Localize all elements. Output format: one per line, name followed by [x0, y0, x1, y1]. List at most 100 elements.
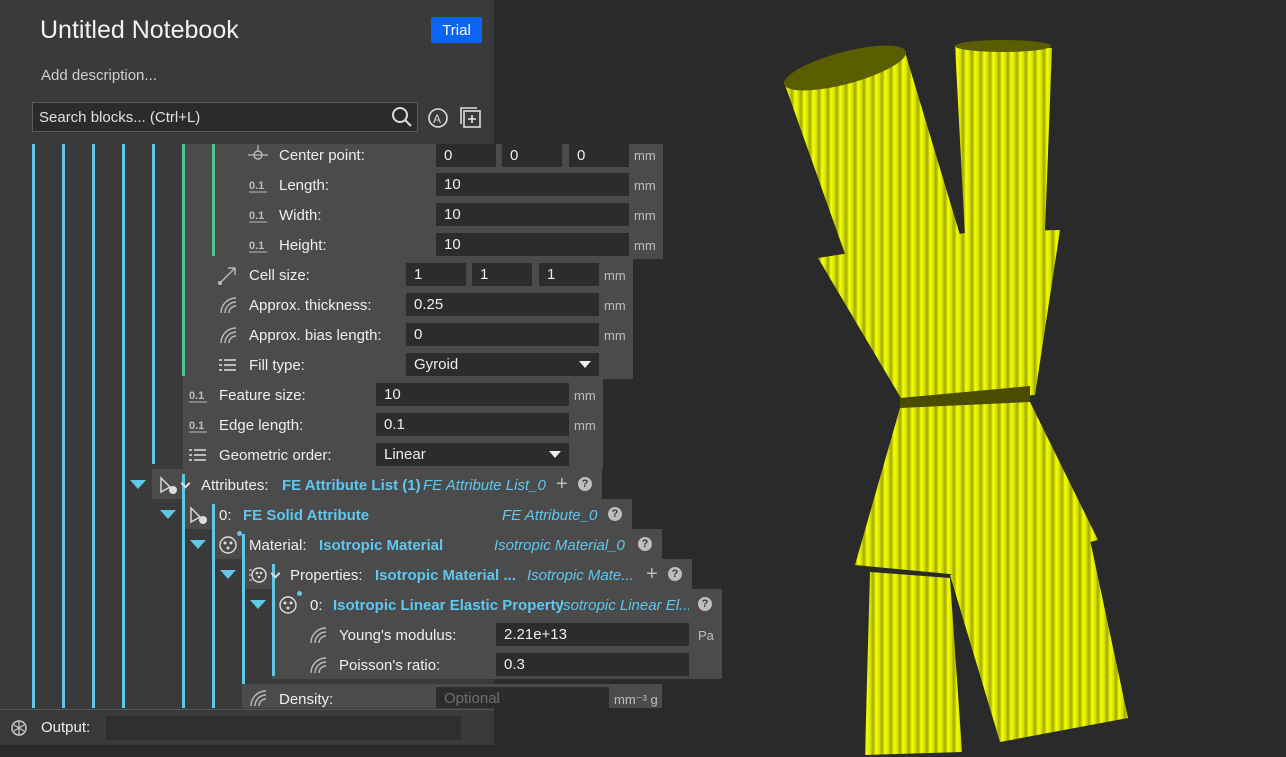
youngs-modulus-input[interactable] — [496, 623, 689, 646]
center-point-label: Center point: — [279, 147, 365, 164]
tree-line — [182, 474, 185, 708]
height-input[interactable] — [436, 233, 629, 256]
group-line — [212, 144, 215, 256]
search-icon[interactable] — [391, 106, 413, 128]
list-icon — [189, 449, 206, 461]
approx-bias-label: Approx. bias length: — [249, 327, 382, 344]
fill-type-label: Fill type: — [249, 357, 305, 374]
poisson-ratio-input[interactable] — [496, 653, 689, 676]
help-icon[interactable]: ? — [698, 597, 712, 611]
collapse-triangle-icon[interactable] — [250, 600, 266, 609]
cone-upper — [818, 230, 1060, 405]
help-icon[interactable]: ? — [638, 537, 652, 551]
chevron-down-icon — [579, 361, 591, 368]
field-icon — [310, 657, 327, 674]
unit-label: mm — [574, 418, 596, 433]
collapse-triangle-icon[interactable] — [190, 540, 206, 549]
geometric-order-select[interactable]: Linear — [376, 443, 569, 466]
feature-size-input[interactable] — [376, 383, 569, 406]
collapse-triangle-icon[interactable] — [160, 510, 176, 519]
length-input[interactable] — [436, 173, 629, 196]
properties-link[interactable]: Isotropic Material ... — [375, 567, 516, 584]
svg-text:0.1: 0.1 — [249, 240, 264, 252]
center-point-y[interactable] — [502, 144, 562, 167]
help-icon[interactable]: ? — [608, 507, 622, 521]
fill-type-select[interactable]: Gyroid — [406, 353, 599, 376]
width-label: Width: — [279, 207, 322, 224]
density-input[interactable] — [436, 687, 609, 708]
center-point-z[interactable] — [569, 144, 629, 167]
field-icon — [220, 327, 237, 344]
ai-icon[interactable] — [9, 718, 29, 738]
material-name[interactable]: Isotropic Material_0 — [494, 537, 629, 554]
trial-badge[interactable]: Trial — [431, 17, 482, 43]
upper-right-strut — [955, 45, 1052, 236]
tree-line — [122, 144, 125, 708]
fill-type-value: Gyroid — [414, 356, 459, 373]
tree-line — [212, 504, 215, 708]
solid-attr-name[interactable]: FE Attribute_0 — [502, 507, 602, 524]
edge-length-input[interactable] — [376, 413, 569, 436]
svg-text:0.1: 0.1 — [189, 420, 204, 432]
status-dot — [297, 591, 302, 596]
unit-label: mm — [574, 388, 596, 403]
group-line — [182, 144, 185, 376]
edge-length-label: Edge length: — [219, 417, 304, 434]
cell-size-y[interactable] — [472, 263, 532, 286]
notebook-description[interactable]: Add description... — [41, 67, 157, 84]
block-tree: Center point: mm 0.1 Length: mm 0.1 Widt… — [0, 144, 740, 708]
collapse-triangle-icon[interactable] — [220, 570, 236, 579]
help-icon[interactable]: ? — [578, 477, 592, 491]
center-point-x[interactable] — [436, 144, 496, 167]
chevron-down-icon — [549, 451, 561, 458]
material-icon — [219, 536, 237, 554]
svg-text:0.1: 0.1 — [249, 210, 264, 222]
field-icon — [310, 627, 327, 644]
search-input[interactable] — [33, 103, 383, 131]
material-link[interactable]: Isotropic Material — [319, 537, 443, 554]
cell-size-z[interactable] — [539, 263, 599, 286]
approx-bias-input[interactable] — [406, 323, 599, 346]
feature-size-label: Feature size: — [219, 387, 306, 404]
solid-attr-link[interactable]: FE Solid Attribute — [243, 507, 369, 524]
unit-label: mm — [604, 328, 626, 343]
approx-thickness-label: Approx. thickness: — [249, 297, 372, 314]
attributes-link[interactable]: FE Attribute List (1) — [282, 477, 421, 494]
collapse-triangle-icon[interactable] — [130, 480, 146, 489]
add-block-icon[interactable] — [459, 106, 483, 130]
lower-left-strut — [865, 572, 962, 755]
elastic-link[interactable]: Isotropic Linear Elastic Property — [333, 597, 564, 614]
width-input[interactable] — [436, 203, 629, 226]
unit-label: mm — [634, 208, 656, 223]
field-icon — [220, 297, 237, 314]
add-icon[interactable]: + — [556, 474, 568, 494]
auto-run-icon[interactable]: A — [426, 106, 450, 130]
geometric-order-value: Linear — [384, 446, 426, 463]
height-label: Height: — [279, 237, 327, 254]
approx-thickness-input[interactable] — [406, 293, 599, 316]
attributes-label: Attributes: — [201, 477, 269, 494]
svg-text:A: A — [433, 112, 441, 126]
point-icon — [248, 145, 268, 160]
number-icon: 0.1 — [189, 390, 207, 403]
property-icon — [279, 596, 297, 614]
unit-label: mm⁻³ g — [614, 692, 658, 707]
output-field[interactable] — [106, 716, 461, 740]
cell-size-x[interactable] — [406, 263, 466, 286]
properties-label: Properties: — [290, 567, 363, 584]
attributes-name[interactable]: FE Attribute List_0 — [423, 477, 553, 494]
number-icon: 0.1 — [249, 180, 267, 193]
unit-label: mm — [634, 178, 656, 193]
notebook-title[interactable]: Untitled Notebook — [40, 16, 239, 45]
add-icon[interactable]: + — [646, 564, 658, 584]
output-label: Output: — [41, 719, 91, 736]
field-icon — [250, 690, 267, 707]
lower-right-strut — [950, 540, 1128, 742]
elastic-name[interactable]: Isotropic Linear El... — [559, 597, 689, 614]
properties-name[interactable]: Isotropic Mate... — [527, 567, 639, 584]
tree-line — [92, 144, 95, 708]
length-label: Length: — [279, 177, 330, 194]
elastic-index: 0: — [310, 597, 323, 614]
help-icon[interactable]: ? — [668, 567, 682, 581]
tree-line — [152, 144, 155, 464]
